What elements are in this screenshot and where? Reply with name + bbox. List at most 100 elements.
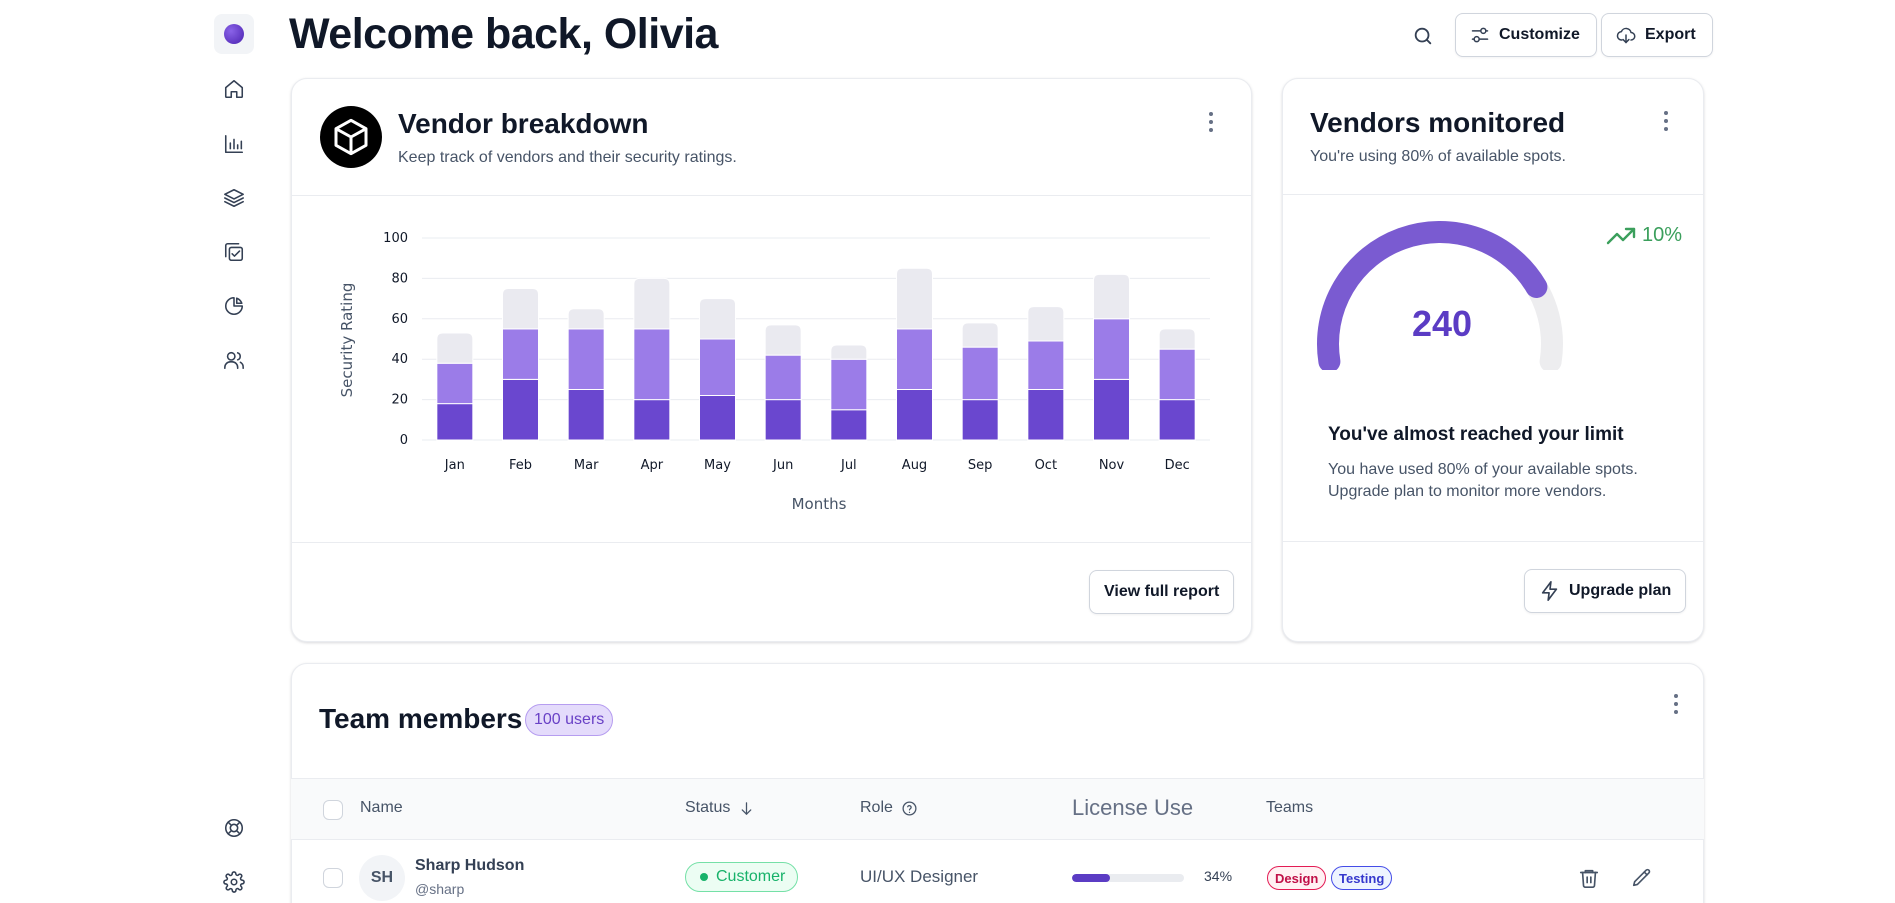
team-members-menu-icon[interactable] xyxy=(1664,689,1688,719)
y-tick-label: 80 xyxy=(391,271,408,286)
sidebar-item-settings[interactable] xyxy=(214,862,254,902)
row-checkbox[interactable] xyxy=(323,868,343,888)
bar-segment-apr-1 xyxy=(633,328,671,401)
bar-chart-icon xyxy=(224,134,244,154)
user-count-badge: 100 users xyxy=(525,704,614,736)
bar-segment-apr-2 xyxy=(633,277,671,330)
column-license-use[interactable]: License Use xyxy=(1072,795,1193,821)
column-license-label: License Use xyxy=(1072,795,1194,820)
bar-segment-jan-2 xyxy=(436,332,474,364)
column-name-label: Name xyxy=(360,799,403,816)
team-members-title: Team members xyxy=(319,703,523,734)
bar-segment-mar-0 xyxy=(567,389,605,441)
vendor-breakdown-subtitle: Keep track of vendors and their security… xyxy=(398,149,737,166)
status-label: Customer xyxy=(716,868,786,885)
bar-segment-jul-1 xyxy=(830,358,868,411)
column-status-label: Status xyxy=(685,799,731,816)
divider xyxy=(1283,194,1703,195)
view-full-report-label: View full report xyxy=(1104,583,1220,600)
bar-segment-may-2 xyxy=(699,298,736,340)
usage-gauge xyxy=(1317,221,1563,370)
customize-button[interactable]: Customize xyxy=(1455,13,1597,57)
sidebar-item-reports[interactable] xyxy=(214,124,254,164)
x-tick-label: Jul xyxy=(840,458,857,473)
status-dot-icon xyxy=(700,873,708,881)
vendor-breakdown-menu-icon[interactable] xyxy=(1199,107,1223,137)
trend-indicator: 10% xyxy=(1606,224,1682,247)
view-full-report-button[interactable]: View full report xyxy=(1089,570,1235,614)
license-percent: 34% xyxy=(1204,868,1233,884)
bar-segment-mar-2 xyxy=(567,308,605,330)
bar-segment-dec-0 xyxy=(1158,399,1196,441)
x-axis-title: Months xyxy=(792,495,847,513)
column-name[interactable]: Name xyxy=(360,799,403,817)
table-header: Name Status Role License Use Teams xyxy=(291,778,1704,840)
vendor-ratings-chart: 0 20 40 60 80 100 Jan Feb Mar Apr May Jun Jul Aug Sep O… xyxy=(338,231,1210,513)
column-status[interactable]: Status xyxy=(685,799,755,817)
lightning-icon xyxy=(1541,581,1558,601)
bar-segment-apr-0 xyxy=(633,399,671,441)
logo[interactable] xyxy=(214,14,254,54)
x-tick-label: Apr xyxy=(641,458,664,473)
export-label: Export xyxy=(1645,26,1696,43)
bar-segment-jan-1 xyxy=(436,362,474,405)
bar-segment-nov-2 xyxy=(1093,273,1130,320)
bar-segment-oct-1 xyxy=(1027,340,1065,390)
avatar: SH xyxy=(359,855,405,901)
bar-segment-jun-2 xyxy=(764,324,802,356)
customize-label: Customize xyxy=(1499,26,1580,43)
divider xyxy=(292,542,1251,543)
x-tick-label: Dec xyxy=(1165,458,1190,473)
logo-mark xyxy=(224,24,244,44)
bar-segment-jul-0 xyxy=(830,409,868,441)
divider xyxy=(1283,541,1703,542)
bar-segment-oct-0 xyxy=(1027,389,1065,441)
x-tick-label: May xyxy=(704,458,731,473)
bar-segment-feb-2 xyxy=(502,288,539,330)
y-tick-label: 0 xyxy=(400,433,408,448)
sidebar-item-home[interactable] xyxy=(214,69,254,109)
limit-text: You have used 80% of your available spot… xyxy=(1328,461,1638,500)
bar-segment-jan-0 xyxy=(436,403,474,441)
column-teams-label: Teams xyxy=(1266,799,1314,816)
bar-segment-mar-1 xyxy=(567,328,605,390)
arrow-down-icon xyxy=(741,801,752,815)
home-icon xyxy=(224,79,244,99)
bar-segment-feb-0 xyxy=(502,378,539,441)
bar-segment-dec-1 xyxy=(1158,348,1196,401)
bar-segment-jun-0 xyxy=(764,399,802,441)
pencil-icon xyxy=(1632,868,1651,887)
vendors-monitored-menu-icon[interactable] xyxy=(1654,106,1678,136)
select-all-checkbox[interactable] xyxy=(323,800,343,820)
bar-segment-aug-2 xyxy=(896,267,933,330)
export-button[interactable]: Export xyxy=(1601,13,1713,57)
vendor-breakdown-title: Vendor breakdown xyxy=(398,108,649,139)
column-role-label: Role xyxy=(860,799,893,816)
y-axis-title: Security Rating xyxy=(338,283,356,398)
user-role: UI/UX Designer xyxy=(860,867,979,886)
search-button[interactable] xyxy=(1405,18,1441,54)
bar-segment-jun-1 xyxy=(764,354,802,401)
license-progress-bar xyxy=(1072,874,1184,882)
bar-segment-feb-1 xyxy=(502,328,539,380)
edit-button[interactable] xyxy=(1626,862,1658,894)
bar-segment-dec-2 xyxy=(1158,328,1196,350)
x-tick-label: Jun xyxy=(772,458,793,473)
upgrade-plan-button[interactable]: Upgrade plan xyxy=(1524,569,1687,613)
column-role[interactable]: Role xyxy=(860,799,918,817)
bar-segment-sep-0 xyxy=(961,399,999,441)
bar-segment-aug-1 xyxy=(896,328,933,390)
trend-up-icon xyxy=(1606,227,1636,244)
y-tick-label: 40 xyxy=(391,352,408,367)
bar-segment-nov-0 xyxy=(1093,378,1130,441)
gauge-value: 240 xyxy=(1411,303,1473,344)
bar-segment-may-0 xyxy=(699,395,736,441)
license-progress-fill xyxy=(1072,874,1111,882)
delete-button[interactable] xyxy=(1573,862,1605,894)
bar-segment-oct-2 xyxy=(1027,306,1065,342)
column-teams[interactable]: Teams xyxy=(1266,799,1313,817)
sidebar-item-support[interactable] xyxy=(214,808,254,848)
trend-value: 10% xyxy=(1642,224,1683,246)
bar-segment-nov-1 xyxy=(1093,318,1130,380)
cloud-download-icon xyxy=(1616,27,1636,44)
